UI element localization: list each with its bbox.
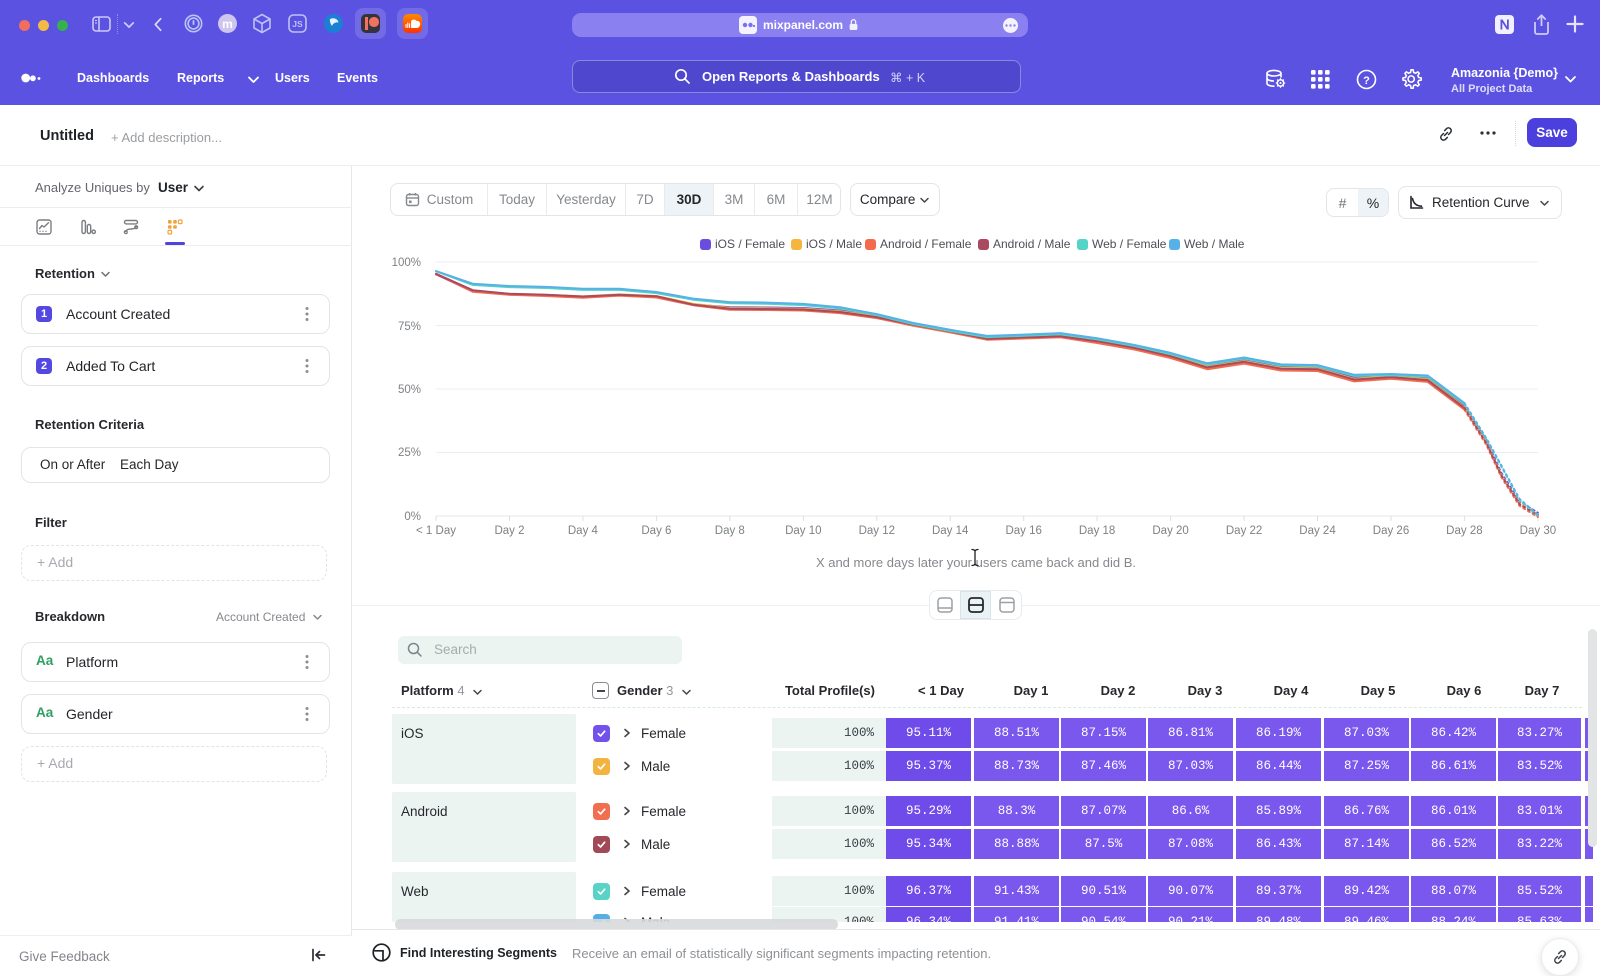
svg-text:Day 18: Day 18 <box>1079 525 1115 537</box>
svg-text:< 1 Day: < 1 Day <box>416 525 456 537</box>
svg-text:75%: 75% <box>398 321 421 333</box>
svg-text:Day 10: Day 10 <box>785 525 821 537</box>
svg-text:Day 20: Day 20 <box>1152 525 1188 537</box>
svg-text:50%: 50% <box>398 384 421 396</box>
svg-text:Day 26: Day 26 <box>1373 525 1409 537</box>
svg-text:Day 22: Day 22 <box>1226 525 1262 537</box>
svg-text:0%: 0% <box>404 511 421 523</box>
svg-text:Day 8: Day 8 <box>715 525 745 537</box>
svg-text:Day 16: Day 16 <box>1005 525 1041 537</box>
svg-text:JS: JS <box>292 19 303 29</box>
svg-text:25%: 25% <box>398 447 421 459</box>
svg-text:Day 12: Day 12 <box>859 525 895 537</box>
svg-text:Day 28: Day 28 <box>1446 525 1482 537</box>
svg-text:Day 24: Day 24 <box>1299 525 1336 537</box>
svg-text:Day 2: Day 2 <box>494 525 524 537</box>
svg-text:Day 6: Day 6 <box>641 525 671 537</box>
svg-text:Day 14: Day 14 <box>932 525 969 537</box>
svg-text:100%: 100% <box>392 257 421 269</box>
svg-text:Day 30: Day 30 <box>1520 525 1556 537</box>
svg-text:?: ? <box>1363 75 1370 87</box>
svg-text:Day 4: Day 4 <box>568 525 599 537</box>
